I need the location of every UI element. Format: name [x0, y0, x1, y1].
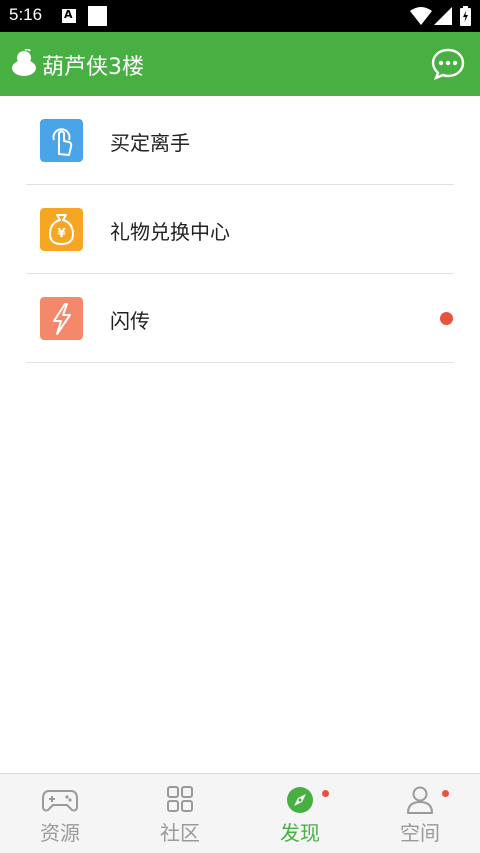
- tab-resources[interactable]: 资源: [0, 774, 120, 853]
- status-time: 5:16: [9, 5, 43, 24]
- notification-square-icon: [88, 6, 107, 26]
- tab-label: 发现: [280, 821, 320, 845]
- tab-label: 社区: [160, 821, 200, 845]
- battery-icon: [460, 6, 471, 26]
- compass-icon: [287, 787, 313, 813]
- tab-label: 空间: [400, 821, 440, 845]
- tab-space[interactable]: 空间: [360, 774, 480, 853]
- touch-hand-icon: [40, 119, 83, 162]
- notification-icon: A: [62, 8, 76, 23]
- list-item-label: 礼物兑换中心: [110, 220, 230, 244]
- list-item-label: 买定离手: [110, 131, 190, 155]
- money-bag-icon: ¥: [40, 208, 83, 251]
- chat-bubble-icon: [431, 48, 465, 81]
- list-item-flash-transfer[interactable]: 闪传: [0, 274, 480, 363]
- tab-discover[interactable]: 发现: [240, 774, 360, 853]
- svg-text:¥: ¥: [57, 226, 66, 240]
- list-item-label: 闪传: [110, 309, 150, 333]
- discover-list: 买定离手 ¥ 礼物兑换中心 闪传: [0, 96, 480, 363]
- bottom-nav: 资源 社区 发现 空间: [0, 773, 480, 853]
- gamepad-icon: [42, 790, 78, 812]
- badge-dot: [440, 312, 453, 325]
- page-title: 葫芦侠3楼: [42, 55, 144, 80]
- divider: [26, 362, 454, 363]
- list-item-bet[interactable]: 买定离手: [0, 96, 480, 185]
- tab-community[interactable]: 社区: [120, 774, 240, 853]
- app-bar: 葫芦侠3楼: [0, 32, 480, 96]
- gourd-logo-icon: [12, 49, 36, 76]
- badge-dot: [442, 790, 449, 797]
- tab-label: 资源: [40, 821, 80, 845]
- status-bar: 5:16 A: [0, 0, 480, 32]
- list-item-gift-exchange[interactable]: ¥ 礼物兑换中心: [0, 185, 480, 274]
- signal-icon: [434, 7, 452, 25]
- chat-button[interactable]: [430, 47, 466, 81]
- wifi-icon: [410, 7, 432, 25]
- person-icon: [407, 786, 433, 814]
- lightning-icon: [40, 297, 83, 340]
- grid-icon: [167, 786, 193, 812]
- badge-dot: [322, 790, 329, 797]
